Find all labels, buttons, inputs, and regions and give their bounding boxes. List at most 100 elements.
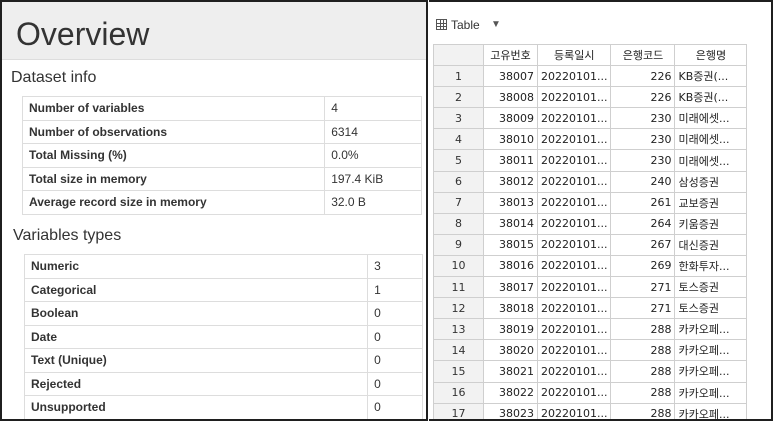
- cell-date[interactable]: 20220101...: [536, 381, 612, 404]
- column-header-code[interactable]: 은행코드: [610, 43, 676, 67]
- table-row[interactable]: 17 38023 20220101... 288 카카오페...: [433, 402, 748, 419]
- cell-name[interactable]: 키움증권: [674, 212, 748, 235]
- cell-name[interactable]: 카카오페...: [674, 318, 748, 341]
- cell-id[interactable]: 38021: [483, 360, 538, 383]
- row-number[interactable]: 9: [433, 233, 484, 256]
- cell-name[interactable]: 카카오페...: [674, 381, 748, 404]
- cell-name[interactable]: 삼성증권: [674, 170, 748, 193]
- cell-name[interactable]: 카카오페...: [674, 360, 748, 383]
- row-number[interactable]: 6: [433, 170, 484, 193]
- table-row[interactable]: 2 38008 20220101... 226 KB증권(...: [433, 86, 748, 109]
- cell-name[interactable]: 토스증권: [674, 297, 748, 320]
- row-number[interactable]: 3: [433, 107, 484, 130]
- cell-code[interactable]: 288: [610, 360, 676, 383]
- cell-id[interactable]: 38008: [483, 86, 538, 109]
- table-row[interactable]: 13 38019 20220101... 288 카카오페...: [433, 318, 748, 341]
- cell-name[interactable]: KB증권(...: [674, 86, 748, 109]
- cell-code[interactable]: 230: [610, 107, 676, 130]
- cell-id[interactable]: 38009: [483, 107, 538, 130]
- cell-code[interactable]: 288: [610, 318, 676, 341]
- cell-name[interactable]: 대신증권: [674, 233, 748, 256]
- cell-code[interactable]: 230: [610, 149, 676, 172]
- cell-id[interactable]: 38014: [483, 212, 538, 235]
- table-row[interactable]: 4 38010 20220101... 230 미래에셋...: [433, 128, 748, 151]
- chevron-down-icon[interactable]: ▼: [491, 19, 501, 30]
- row-number[interactable]: 12: [433, 297, 484, 320]
- row-number[interactable]: 5: [433, 149, 484, 172]
- row-number[interactable]: 7: [433, 191, 484, 214]
- row-number[interactable]: 4: [433, 128, 484, 151]
- cell-id[interactable]: 38013: [483, 191, 538, 214]
- table-row[interactable]: 11 38017 20220101... 271 토스증권: [433, 276, 748, 299]
- cell-name[interactable]: 미래에셋...: [674, 128, 748, 151]
- cell-code[interactable]: 288: [610, 339, 676, 362]
- cell-id[interactable]: 38015: [483, 233, 538, 256]
- cell-date[interactable]: 20220101...: [536, 86, 612, 109]
- row-number[interactable]: 10: [433, 254, 484, 278]
- cell-date[interactable]: 20220101...: [536, 297, 612, 320]
- cell-date[interactable]: 20220101...: [536, 128, 612, 151]
- cell-id[interactable]: 38018: [483, 297, 538, 320]
- table-row[interactable]: 7 38013 20220101... 261 교보증권: [433, 191, 748, 214]
- table-row[interactable]: 1 38007 20220101... 226 KB증권(...: [433, 65, 748, 88]
- cell-date[interactable]: 20220101...: [536, 107, 612, 130]
- cell-code[interactable]: 264: [610, 212, 676, 235]
- cell-id[interactable]: 38019: [483, 318, 538, 341]
- cell-id[interactable]: 38020: [483, 339, 538, 362]
- cell-code[interactable]: 288: [610, 381, 676, 404]
- cell-code[interactable]: 226: [610, 65, 676, 88]
- row-number[interactable]: 8: [433, 212, 484, 235]
- cell-name[interactable]: 카카오페...: [674, 339, 748, 362]
- row-number[interactable]: 17: [433, 402, 484, 419]
- cell-code[interactable]: 267: [610, 233, 676, 256]
- table-row[interactable]: 15 38021 20220101... 288 카카오페...: [433, 360, 748, 383]
- cell-code[interactable]: 271: [610, 297, 676, 320]
- cell-code[interactable]: 240: [610, 170, 676, 193]
- table-row[interactable]: 12 38018 20220101... 271 토스증권: [433, 297, 748, 320]
- cell-id[interactable]: 38012: [483, 170, 538, 193]
- cell-name[interactable]: KB증권(...: [674, 65, 748, 88]
- cell-date[interactable]: 20220101...: [536, 276, 612, 299]
- row-number[interactable]: 16: [433, 381, 484, 404]
- cell-name[interactable]: 카카오페...: [674, 402, 748, 419]
- column-header-id[interactable]: 고유번호: [483, 43, 538, 67]
- table-row[interactable]: 14 38020 20220101... 288 카카오페...: [433, 339, 748, 362]
- table-row[interactable]: 10 38016 20220101... 269 한화투자...: [433, 254, 748, 278]
- cell-date[interactable]: 20220101...: [536, 233, 612, 256]
- cell-date[interactable]: 20220101...: [536, 339, 612, 362]
- table-row[interactable]: 9 38015 20220101... 267 대신증권: [433, 233, 748, 256]
- cell-name[interactable]: 미래에셋...: [674, 107, 748, 130]
- cell-name[interactable]: 한화투자...: [674, 254, 748, 278]
- column-header-name[interactable]: 은행명: [674, 43, 748, 67]
- row-number[interactable]: 1: [433, 65, 484, 88]
- cell-date[interactable]: 20220101...: [536, 360, 612, 383]
- cell-id[interactable]: 38010: [483, 128, 538, 151]
- cell-id[interactable]: 38007: [483, 65, 538, 88]
- cell-date[interactable]: 20220101...: [536, 254, 612, 278]
- row-number[interactable]: 11: [433, 276, 484, 299]
- column-header-date[interactable]: 등록일시: [536, 43, 612, 67]
- table-view-label[interactable]: Table: [451, 18, 480, 32]
- cell-code[interactable]: 288: [610, 402, 676, 419]
- cell-date[interactable]: 20220101...: [536, 212, 612, 235]
- cell-id[interactable]: 38011: [483, 149, 538, 172]
- cell-name[interactable]: 미래에셋...: [674, 149, 748, 172]
- table-row[interactable]: 16 38022 20220101... 288 카카오페...: [433, 381, 748, 404]
- cell-id[interactable]: 38017: [483, 276, 538, 299]
- cell-date[interactable]: 20220101...: [536, 170, 612, 193]
- cell-date[interactable]: 20220101...: [536, 318, 612, 341]
- cell-name[interactable]: 토스증권: [674, 276, 748, 299]
- cell-name[interactable]: 교보증권: [674, 191, 748, 214]
- row-number[interactable]: 14: [433, 339, 484, 362]
- table-row[interactable]: 5 38011 20220101... 230 미래에셋...: [433, 149, 748, 172]
- cell-id[interactable]: 38016: [483, 254, 538, 278]
- cell-date[interactable]: 20220101...: [536, 402, 612, 419]
- row-number[interactable]: 2: [433, 86, 484, 109]
- cell-code[interactable]: 226: [610, 86, 676, 109]
- cell-code[interactable]: 271: [610, 276, 676, 299]
- table-row[interactable]: 8 38014 20220101... 264 키움증권: [433, 212, 748, 235]
- cell-code[interactable]: 261: [610, 191, 676, 214]
- row-number[interactable]: 13: [433, 318, 484, 341]
- cell-date[interactable]: 20220101...: [536, 149, 612, 172]
- cell-date[interactable]: 20220101...: [536, 65, 612, 88]
